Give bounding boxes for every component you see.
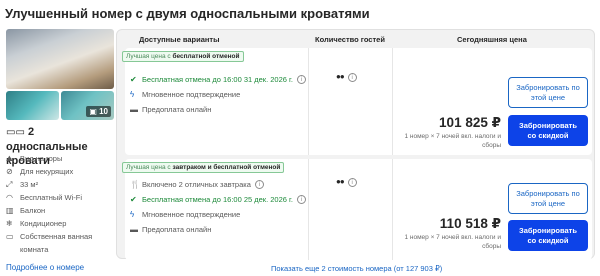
wallet-icon: ▬ [130, 104, 138, 114]
feature-label: Вид на горы [20, 154, 63, 163]
guest-count: ●● i [336, 72, 357, 82]
room-photo-thumb[interactable] [6, 91, 59, 120]
check-circle-icon: ✔ [130, 194, 137, 204]
area-icon: ⤢ [6, 180, 13, 189]
offer-row: Лучшая цена с завтраком и бесплатной отм… [122, 159, 592, 260]
header-guests: Количество гостей [315, 35, 385, 44]
info-icon[interactable]: i [254, 179, 264, 189]
header-price: Сегодняшняя цена [457, 35, 527, 44]
book-with-discount-button[interactable]: Забронировать со скидкой [508, 115, 588, 146]
room-details-link[interactable]: Подробнее о номере [6, 263, 84, 272]
bath-icon: ▭ [6, 232, 14, 241]
lightning-icon: ϟ [130, 209, 135, 219]
condition-label: Предоплата онлайн [142, 224, 212, 234]
offer-condition: ✔ Бесплатная отмена до 16:00 25 дек. 2026… [130, 193, 306, 205]
offer-condition: ▬ Предоплата онлайн [130, 103, 211, 115]
offer-condition: 🍴 Включено 2 отличных завтрака i [130, 178, 264, 190]
feature-label: Балкон [20, 206, 46, 215]
condition-label: Мгновенное подтверждение [142, 209, 241, 219]
no-smoking-icon: ⊘ [6, 167, 13, 176]
feature-label: 33 м² [20, 180, 39, 189]
condition-label: Мгновенное подтверждение [142, 89, 241, 99]
book-with-discount-button[interactable]: Забронировать со скидкой [508, 220, 588, 251]
info-icon[interactable]: i [347, 178, 357, 187]
table-header: Доступные варианты Количество гостей Сег… [117, 30, 594, 48]
book-at-price-button[interactable]: Забронировать по этой цене [508, 77, 588, 108]
bed-icon: ▭▭ [6, 127, 25, 138]
condition-label: Предоплата онлайн [142, 104, 212, 114]
feature-label: Собственная ванная комната [20, 232, 93, 254]
mountain-icon: ⛰ [6, 154, 13, 163]
price-note: 1 номер × 7 ночей вкл. налоги и сборы [404, 133, 501, 149]
photo-count: 10 [99, 107, 108, 116]
ac-icon: ❄ [6, 219, 13, 228]
condition-label: Бесплатная отмена до 16:00 31 дек. 2026 … [142, 74, 293, 84]
price-note: 1 номер × 7 ночей вкл. налоги и сборы [404, 234, 501, 250]
offer-row: Лучшая цена с бесплатной отменой ✔ Беспла… [122, 48, 592, 155]
show-more-prices-link[interactable]: Показать еще 2 стоимость номера (от 127 … [271, 264, 442, 273]
info-icon[interactable]: i [296, 74, 306, 84]
balcony-icon: ▥ [6, 206, 14, 215]
offer-badge: Лучшая цена с бесплатной отменой [122, 51, 244, 62]
guest-count: ●● i [336, 177, 357, 187]
feature-item: ❄ Кондиционер [6, 218, 121, 231]
feature-item: ⤢ 33 м² [6, 179, 121, 192]
room-title: Улучшенный номер с двумя односпальными к… [5, 6, 370, 21]
lightning-icon: ϟ [130, 89, 135, 99]
feature-item: ⛰ Вид на горы [6, 153, 121, 166]
room-features: ⛰ Вид на горы ⊘ Для некурящих ⤢ 33 м² ◠ Бесп… [6, 153, 121, 255]
room-photo-main[interactable] [6, 29, 114, 89]
offer-price: 110 518 ₽ [439, 216, 501, 231]
offer-price: 101 825 ₽ [439, 115, 501, 130]
offer-condition: ✔ Бесплатная отмена до 16:00 31 дек. 2026… [130, 73, 306, 85]
wifi-icon: ◠ [6, 193, 13, 202]
badge-bold: бесплатной отменой [172, 53, 240, 60]
info-icon[interactable]: i [347, 73, 357, 82]
book-at-price-button[interactable]: Забронировать по этой цене [508, 183, 588, 214]
offer-condition: ▬ Предоплата онлайн [130, 223, 211, 235]
offers-table: Доступные варианты Количество гостей Сег… [116, 29, 595, 260]
condition-label: Включено 2 отличных завтрака [142, 179, 251, 189]
offer-condition: ϟ Мгновенное подтверждение [130, 208, 240, 220]
info-icon[interactable]: i [296, 194, 306, 204]
badge-prefix: Лучшая цена с [126, 164, 171, 171]
badge-bold: завтраком и бесплатной отменой [172, 164, 281, 171]
header-options: Доступные варианты [139, 35, 220, 44]
feature-item: ◠ Бесплатный Wi-Fi [6, 192, 121, 205]
cutlery-icon: 🍴 [130, 179, 140, 189]
offer-condition: ϟ Мгновенное подтверждение [130, 88, 240, 100]
feature-item: ▥ Балкон [6, 205, 121, 218]
feature-item: ⊘ Для некурящих [6, 166, 121, 179]
feature-item: ▭ Собственная ванная комната [6, 231, 121, 255]
person-icon: ●● [336, 72, 345, 81]
photo-count-badge: ▣ 10 [86, 106, 111, 117]
person-icon: ●● [336, 177, 345, 186]
check-circle-icon: ✔ [130, 74, 137, 84]
wallet-icon: ▬ [130, 224, 138, 234]
feature-label: Бесплатный Wi-Fi [20, 193, 83, 202]
offer-badge: Лучшая цена с завтраком и бесплатной отм… [122, 162, 285, 173]
condition-label: Бесплатная отмена до 16:00 25 дек. 2026 … [142, 194, 293, 204]
feature-label: Кондиционер [20, 219, 67, 228]
feature-label: Для некурящих [20, 167, 74, 176]
room-photo-thumb[interactable]: ▣ 10 [61, 91, 114, 120]
badge-prefix: Лучшая цена с [126, 53, 171, 60]
